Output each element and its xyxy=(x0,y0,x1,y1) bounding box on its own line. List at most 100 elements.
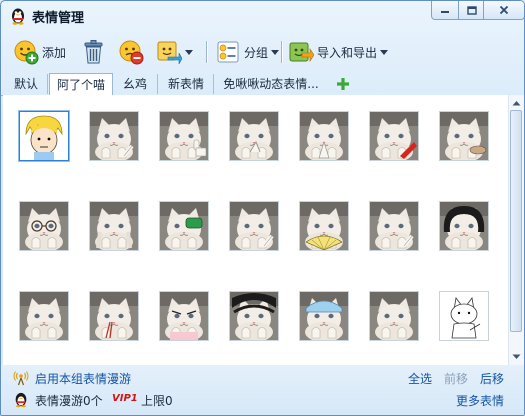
emoji-tile[interactable] xyxy=(19,111,69,161)
move-forward-link[interactable]: 前移 xyxy=(444,370,468,387)
footer: 启用本组表情漫游 全选 前移 后移 表情漫游0个 VIP1 上限0 更多表情 xyxy=(1,365,524,415)
cat-praying-emoji-icon xyxy=(300,112,348,160)
tab-animated-emoji[interactable]: 免啾啾动态表情... xyxy=(215,74,327,94)
emoji-tile[interactable] xyxy=(89,111,139,161)
select-all-link[interactable]: 全选 xyxy=(408,370,432,387)
cat-emoji-icon xyxy=(20,292,68,340)
footer-row-roaming: 启用本组表情漫游 全选 前移 后移 xyxy=(1,369,524,387)
cat-emoji-icon xyxy=(370,292,418,340)
emoji-tile[interactable] xyxy=(369,111,419,161)
roaming-signal-icon xyxy=(13,371,29,386)
cat-fan-emoji-icon xyxy=(300,202,348,250)
footer-row-status: 表情漫游0个 VIP1 上限0 更多表情 xyxy=(1,391,524,409)
maximize-icon xyxy=(467,5,477,15)
cat-thumbs-up-emoji-icon xyxy=(160,112,208,160)
cat-pointing-emoji-icon xyxy=(370,202,418,250)
emoji-tile[interactable] xyxy=(159,291,209,341)
emoji-tile[interactable] xyxy=(89,201,139,251)
vertical-scrollbar[interactable] xyxy=(508,95,524,365)
cat-wig-emoji-icon xyxy=(440,202,488,250)
emoji-tile[interactable] xyxy=(439,111,489,161)
minimize-icon xyxy=(441,11,449,13)
close-icon xyxy=(499,5,509,15)
tab-new-emoji[interactable]: 新表情 xyxy=(159,74,214,94)
tab-alegemiao[interactable]: 阿了个喵 xyxy=(49,73,113,97)
scrollbar-thumb[interactable] xyxy=(510,110,522,332)
add-group-icon[interactable] xyxy=(335,76,351,92)
group-icon xyxy=(217,41,239,63)
chevron-down-icon xyxy=(512,354,521,359)
group-button[interactable]: 分组 xyxy=(215,37,280,67)
add-button[interactable]: 添加 xyxy=(13,37,66,67)
chevron-down-icon xyxy=(380,49,389,55)
toolbar: 添加 分组 导入和导出 xyxy=(1,33,524,69)
title-bar[interactable]: 表情管理 xyxy=(1,1,524,31)
cat-blue-hat-emoji-icon xyxy=(300,292,348,340)
emoji-tile[interactable] xyxy=(299,111,349,161)
emoji-tile[interactable] xyxy=(89,291,139,341)
cat-hands-up-emoji-icon xyxy=(90,202,138,250)
cat-green-object-emoji-icon xyxy=(160,202,208,250)
vip-badge: VIP1 xyxy=(112,393,138,404)
emoji-tile[interactable] xyxy=(159,201,209,251)
import-export-icon xyxy=(289,42,314,62)
cat-red-object-emoji-icon xyxy=(370,112,418,160)
remove-emoji-button[interactable] xyxy=(118,37,144,67)
emoji-tile[interactable] xyxy=(159,111,209,161)
cat-pointing-emoji-icon xyxy=(230,202,278,250)
blonde-character-emoji-icon xyxy=(20,112,68,160)
cat-holding-object-emoji-icon xyxy=(440,112,488,160)
emoji-tile[interactable] xyxy=(369,201,419,251)
cat-cartoon-emoji-icon xyxy=(440,292,488,340)
remove-emoji-icon xyxy=(119,40,144,65)
emoji-tile[interactable] xyxy=(299,201,349,251)
add-label: 添加 xyxy=(42,45,67,60)
tab-default[interactable]: 默认 xyxy=(5,74,48,94)
delete-button[interactable] xyxy=(81,37,107,67)
qq-penguin-icon xyxy=(12,8,24,25)
import-export-label: 导入和导出 xyxy=(317,45,378,60)
emoji-tile[interactable] xyxy=(19,201,69,251)
chevron-down-icon xyxy=(271,49,280,55)
add-emoji-icon xyxy=(14,40,39,65)
group-label: 分组 xyxy=(244,45,269,60)
toolbar-divider xyxy=(281,41,283,63)
move-emoji-dropdown[interactable] xyxy=(156,37,193,67)
cat-crossed-fingers-emoji-icon xyxy=(230,112,278,160)
move-emoji-icon xyxy=(157,41,182,65)
cat-chopsticks-emoji-icon xyxy=(90,292,138,340)
roaming-limit: 上限0 xyxy=(141,394,173,408)
more-emoji-link[interactable]: 更多表情 xyxy=(456,392,504,409)
emoji-tile[interactable] xyxy=(369,291,419,341)
trash-icon xyxy=(84,40,103,64)
emoji-tile[interactable] xyxy=(19,291,69,341)
toolbar-divider xyxy=(206,41,208,63)
emoji-manager-window: 表情管理 添加 分组 导入和导出 默认 阿了个喵 幺鸡 新表情 免啾啾动态表情.… xyxy=(0,0,525,416)
scroll-up-button[interactable] xyxy=(511,97,522,109)
cat-angry-emoji-icon xyxy=(160,292,208,340)
close-button[interactable] xyxy=(483,1,524,20)
minimize-button[interactable] xyxy=(431,1,459,20)
emoji-tile[interactable] xyxy=(229,111,279,161)
emoji-tile[interactable] xyxy=(229,201,279,251)
emoji-grid xyxy=(3,95,508,365)
cat-black-hair-emoji-icon xyxy=(230,292,278,340)
window-title: 表情管理 xyxy=(32,11,85,26)
qq-penguin-icon xyxy=(15,392,27,408)
emoji-group-tabs: 默认 阿了个喵 幺鸡 新表情 免啾啾动态表情... xyxy=(1,73,524,97)
emoji-tile[interactable] xyxy=(439,201,489,251)
scroll-down-button[interactable] xyxy=(511,351,522,363)
emoji-tile[interactable] xyxy=(299,291,349,341)
cat-glasses-emoji-icon xyxy=(20,202,68,250)
chevron-down-icon xyxy=(185,49,193,55)
emoji-tile[interactable] xyxy=(439,291,489,341)
enable-roaming-link[interactable]: 启用本组表情漫游 xyxy=(35,370,131,387)
chevron-up-icon xyxy=(512,101,521,106)
cat-pointing-emoji-icon xyxy=(90,112,138,160)
maximize-button[interactable] xyxy=(458,1,486,20)
move-backward-link[interactable]: 后移 xyxy=(480,370,504,387)
roaming-count: 表情漫游0个 xyxy=(35,394,103,408)
tab-yaoji[interactable]: 幺鸡 xyxy=(113,74,158,94)
emoji-tile[interactable] xyxy=(229,291,279,341)
import-export-button[interactable]: 导入和导出 xyxy=(288,37,389,67)
